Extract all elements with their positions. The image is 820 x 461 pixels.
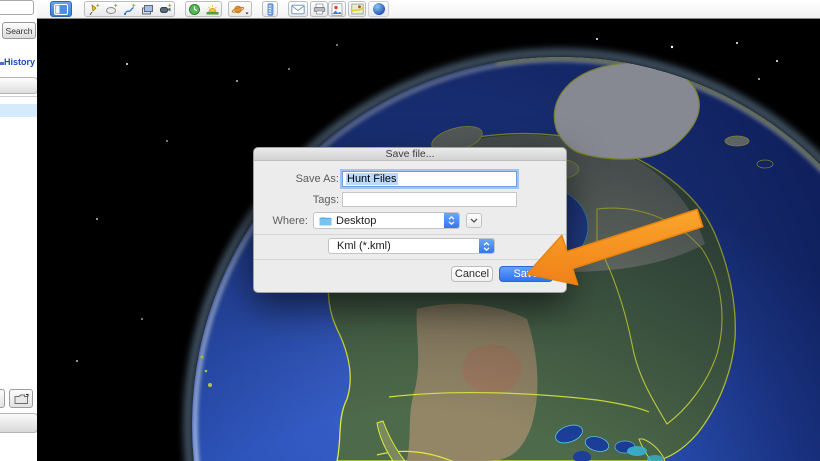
printer-icon [313,3,325,15]
places-list[interactable] [0,96,37,383]
add-content-button[interactable] [0,389,5,408]
ruler-button[interactable] [262,1,278,17]
main-toolbar: + + + + [37,0,820,19]
save-file-dialog: Save file... Save As: Hunt Files Tags: W… [253,147,567,293]
search-button-label: Search [5,25,33,36]
svg-text:+: + [168,3,172,9]
tags-label: Tags: [312,194,339,206]
separator [254,259,566,260]
history-link-label: History [3,57,35,67]
stepper-arrows-icon [444,213,459,228]
chevron-down-icon [470,218,478,223]
svg-text:+: + [96,3,100,9]
open-folder-button[interactable] [9,389,33,408]
where-popup-menu[interactable]: Desktop [313,212,460,229]
save-button[interactable]: Save [499,266,553,282]
envelope-icon [291,4,305,14]
history-link[interactable]: History [4,57,35,67]
desktop-folder-icon [319,216,332,225]
add-polygon-button[interactable]: + [102,1,121,17]
placemark-pin-icon: + [89,3,100,15]
search-input[interactable] [0,0,34,15]
cancel-button-label: Cancel [454,268,490,280]
planets-button[interactable] [228,1,252,17]
add-image-overlay-button[interactable] [138,1,157,17]
expand-dialog-button[interactable] [466,213,482,228]
clock-icon [189,3,200,15]
sidebar-panel-icon [54,3,68,15]
ruler-icon [267,2,273,16]
historical-imagery-button[interactable] [185,1,204,17]
svg-text:+: + [114,3,118,9]
blue-globe-icon [372,3,385,15]
save-as-input[interactable]: Hunt Files [342,171,517,187]
save-button-label: Save [513,268,539,280]
video-camera-icon: + [159,3,172,13]
stepper-arrows-icon [479,239,494,253]
arrow-icon [0,394,1,403]
image-overlay-icon [141,4,153,14]
path-icon: + [123,3,136,15]
file-format-popup-menu[interactable]: Kml (*.kml) [328,238,495,254]
saturn-icon [231,5,249,14]
save-as-label: Save As: [295,173,339,185]
sunrise-icon [206,4,218,14]
record-tour-button[interactable]: + [156,1,175,17]
print-button[interactable] [310,1,328,17]
where-value: Desktop [336,214,377,227]
email-button[interactable] [288,1,308,17]
dialog-titlebar: Save file... [254,148,566,161]
google-earth-window: + + + + Search History Save file... Save… [0,0,820,461]
places-panel-header[interactable] [0,77,37,94]
polygon-icon: + [105,3,118,14]
save-image-button[interactable] [328,1,346,17]
tags-input[interactable] [342,192,517,207]
search-button[interactable]: Search [2,22,36,39]
earth-sphere-button[interactable] [368,1,389,17]
svg-text:+: + [132,3,136,9]
view-in-google-maps-button[interactable] [348,1,366,17]
image-file-icon [331,2,343,16]
add-path-button[interactable]: + [120,1,139,17]
layers-panel-header[interactable] [0,413,37,433]
sunlight-button[interactable] [203,1,222,17]
separator [254,234,566,235]
add-placemark-button[interactable]: + [84,1,103,17]
dialog-title: Save file... [385,148,435,160]
where-label: Where: [272,215,308,227]
map-icon [350,3,364,15]
selected-list-item[interactable] [0,104,37,117]
file-format-value: Kml (*.kml) [337,240,391,252]
cancel-button[interactable]: Cancel [451,266,493,282]
save-as-value: Hunt Files [346,173,398,185]
sidebar: Search History [0,0,37,461]
toggle-sidebar-button[interactable] [50,1,72,17]
folder-icon [14,393,28,404]
